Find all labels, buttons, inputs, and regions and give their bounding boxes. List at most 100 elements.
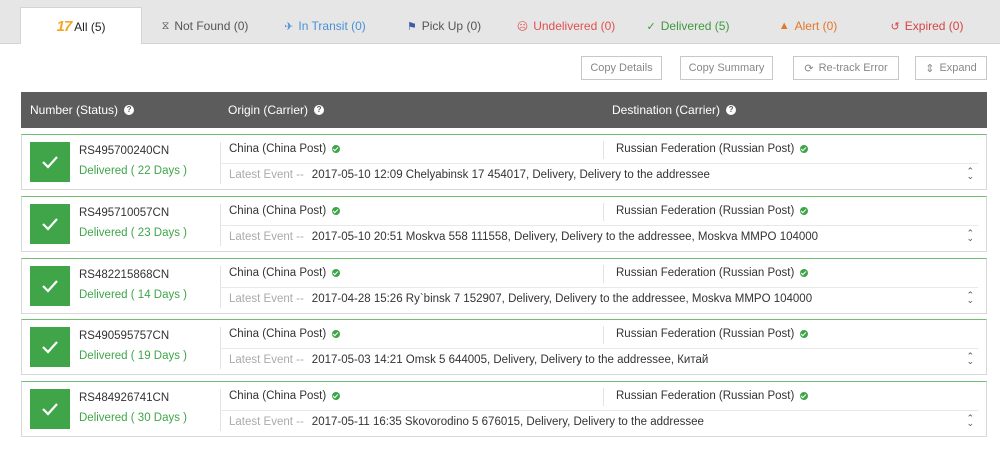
check-circle-icon: [800, 392, 809, 400]
copy-details-label: Copy Details: [590, 62, 653, 74]
expand-label: Expand: [939, 62, 977, 74]
destination-carrier: Russian Federation (Russian Post): [616, 267, 809, 279]
tracking-status: Delivered ( 14 Days ): [79, 289, 188, 301]
tracking-status: Delivered ( 19 Days ): [79, 350, 188, 362]
destination-carrier: Russian Federation (Russian Post): [616, 328, 809, 340]
tracking-status: Delivered ( 22 Days ): [79, 165, 188, 177]
latest-event-text: 2017-05-11 16:35 Skovorodino 5 676015, D…: [311, 416, 704, 428]
latest-event: Latest Event -- 2017-05-10 20:51 Moskva 5…: [229, 231, 818, 243]
latest-event-text: 2017-05-10 20:51 Moskva 558 111558, Deli…: [311, 231, 819, 243]
latest-event-label: Latest Event --: [229, 293, 304, 305]
expand-row-icon[interactable]: ⌃ ⌄: [966, 352, 974, 366]
destination-label: Russian Federation (Russian Post): [616, 143, 795, 155]
table-row[interactable]: RS484926741CN Delivered ( 30 Days ) China …: [21, 381, 987, 437]
row-divider: [220, 410, 978, 411]
latest-event: Latest Event -- 2017-05-11 16:35 Skovorod…: [229, 416, 704, 428]
delivered-status-icon: [30, 327, 70, 367]
latest-event-text: 2017-04-28 15:26 Ry`binsk 7 152907, Deli…: [311, 293, 813, 305]
tab-alert-label: Alert (0): [794, 19, 838, 33]
tab-not-found-label: Not Found (0): [174, 19, 249, 33]
help-icon[interactable]: ?: [726, 105, 737, 115]
sad-face-icon: ☹: [516, 20, 529, 33]
tracking-number[interactable]: RS495700240CN: [79, 145, 169, 157]
tracking-status: Delivered ( 23 Days ): [79, 227, 188, 239]
check-circle-icon: [332, 207, 341, 215]
copy-summary-label: Copy Summary: [688, 62, 765, 74]
tracking-number[interactable]: RS482215868CN: [79, 269, 169, 281]
delivered-status-icon: [30, 204, 70, 244]
check-circle-icon: [800, 330, 809, 338]
origin-label: China (China Post): [229, 390, 327, 402]
expand-row-icon[interactable]: ⌃ ⌄: [966, 414, 974, 428]
expand-icon: ⇕: [925, 62, 935, 75]
check-circle-icon: [800, 145, 809, 153]
header-number-status: Number (Status) ?: [30, 92, 135, 128]
expand-row-icon[interactable]: ⌃ ⌄: [966, 291, 974, 305]
latest-event-label: Latest Event --: [229, 354, 304, 366]
table-header: Number (Status) ? Origin (Carrier) ? Des…: [21, 92, 987, 128]
check-icon: ✓: [646, 20, 656, 33]
header-number-label: Number (Status): [30, 103, 119, 117]
copy-details-button[interactable]: Copy Details: [581, 56, 662, 80]
tab-undelivered[interactable]: ☹ Undelivered (0): [510, 8, 622, 44]
latest-event-text: 2017-05-03 14:21 Omsk 5 644005, Delivery…: [311, 354, 709, 366]
tab-pick-up[interactable]: ⚑ Pick Up (0): [396, 8, 492, 44]
latest-event-text: 2017-05-10 12:09 Chelyabinsk 17 454017, …: [311, 169, 710, 181]
tracking-number[interactable]: RS484926741CN: [79, 392, 169, 404]
17track-logo-icon: 17: [56, 18, 72, 35]
table-row[interactable]: RS495710057CN Delivered ( 23 Days ) China …: [21, 196, 987, 252]
latest-event-label: Latest Event --: [229, 416, 304, 428]
flag-icon: ⚑: [406, 20, 417, 33]
tab-pick-up-label: Pick Up (0): [421, 19, 482, 33]
origin-carrier: China (China Post): [229, 328, 341, 340]
latest-event: Latest Event -- 2017-04-28 15:26 Ry`binsk…: [229, 293, 812, 305]
help-icon[interactable]: ?: [124, 105, 135, 115]
checkmark-icon: [42, 341, 58, 354]
header-destination-label: Destination (Carrier): [612, 103, 721, 117]
destination-carrier: Russian Federation (Russian Post): [616, 143, 809, 155]
history-icon: ↺: [890, 20, 900, 33]
check-circle-icon: [332, 392, 341, 400]
check-circle-icon: [800, 269, 809, 277]
tab-in-transit[interactable]: ✈ In Transit (0): [272, 8, 378, 44]
latest-event-label: Latest Event --: [229, 231, 304, 243]
tracking-status: Delivered ( 30 Days ): [79, 412, 188, 424]
tab-not-found[interactable]: ⧖ Not Found (0): [150, 8, 260, 44]
tab-expired-label: Expired (0): [904, 19, 964, 33]
table-row[interactable]: RS490595757CN Delivered ( 19 Days ) China …: [21, 319, 987, 375]
table-row[interactable]: RS482215868CN Delivered ( 14 Days ) China …: [21, 258, 987, 314]
tab-alert[interactable]: ▲ Alert (0): [768, 8, 848, 44]
check-circle-icon: [332, 269, 341, 277]
help-icon[interactable]: ?: [314, 105, 325, 115]
checkmark-icon: [42, 280, 58, 293]
tracking-number[interactable]: RS490595757CN: [79, 330, 169, 342]
origin-label: China (China Post): [229, 267, 327, 279]
tab-expired[interactable]: ↺ Expired (0): [880, 8, 974, 44]
latest-event: Latest Event -- 2017-05-10 12:09 Chelyabi…: [229, 169, 710, 181]
tracking-number[interactable]: RS495710057CN: [79, 207, 169, 219]
latest-event-label: Latest Event --: [229, 169, 304, 181]
delivered-status-icon: [30, 142, 70, 182]
check-circle-icon: [800, 207, 809, 215]
retrack-error-button[interactable]: ⟳ Re-track Error: [793, 56, 899, 80]
column-divider: [603, 203, 604, 221]
tab-delivered[interactable]: ✓ Delivered (5): [638, 8, 738, 44]
row-divider: [220, 163, 978, 164]
warning-icon: ▲: [778, 20, 790, 32]
destination-carrier: Russian Federation (Russian Post): [616, 205, 809, 217]
checkmark-icon: [42, 156, 58, 169]
origin-label: China (China Post): [229, 328, 327, 340]
expand-row-icon[interactable]: ⌃ ⌄: [966, 229, 974, 243]
destination-label: Russian Federation (Russian Post): [616, 267, 795, 279]
expand-button[interactable]: ⇕ Expand: [915, 56, 987, 80]
expand-row-icon[interactable]: ⌃ ⌄: [966, 167, 974, 181]
column-divider: [603, 141, 604, 159]
copy-summary-button[interactable]: Copy Summary: [680, 56, 773, 80]
tab-in-transit-label: In Transit (0): [298, 19, 366, 33]
tab-all[interactable]: 17 All (5): [20, 7, 142, 45]
table-row[interactable]: RS495700240CN Delivered ( 22 Days ) China …: [21, 134, 987, 190]
column-divider: [603, 265, 604, 283]
latest-event: Latest Event -- 2017-05-03 14:21 Omsk 5 6…: [229, 354, 708, 366]
results-panel: Copy Details Copy Summary ⟳ Re-track Err…: [0, 44, 1000, 451]
origin-carrier: China (China Post): [229, 205, 341, 217]
